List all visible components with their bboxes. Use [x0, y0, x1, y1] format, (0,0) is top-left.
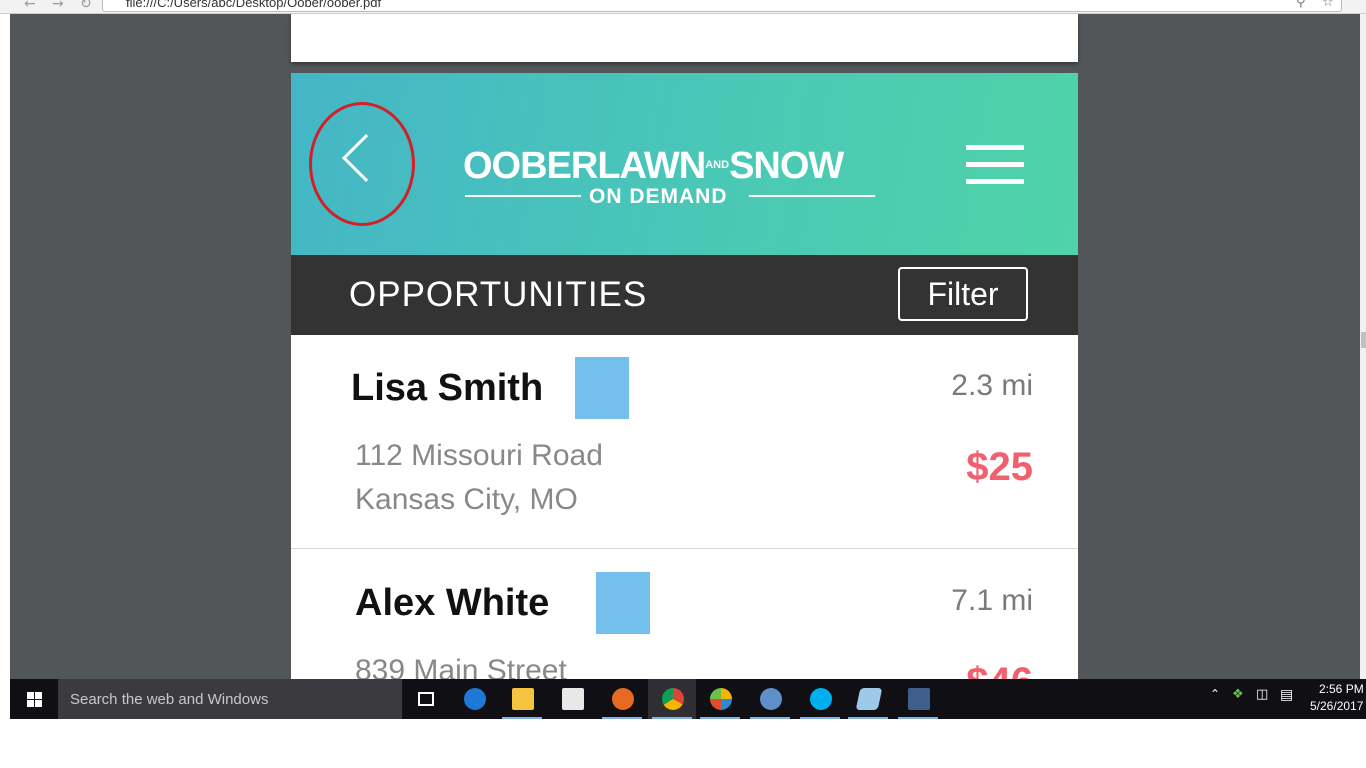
price: $46 [966, 660, 1033, 679]
app-logo: OOBERLAWNANDSNOW ON DEMAND [463, 145, 875, 209]
logo-rule-left [465, 195, 581, 197]
windows-start-icon[interactable] [10, 679, 58, 719]
logo-rule-right [749, 195, 875, 197]
hamburger-menu-icon[interactable] [966, 145, 1024, 184]
distance: 7.1 mi [951, 584, 1033, 617]
taskbar-search-input[interactable] [58, 679, 402, 719]
thunderbird-icon[interactable] [746, 679, 794, 719]
pdf-viewer: OOBERLAWNANDSNOW ON DEMAND OPPORTUNITIES… [10, 14, 1360, 679]
customer-photo-placeholder [596, 572, 650, 634]
pdf-page: OOBERLAWNANDSNOW ON DEMAND OPPORTUNITIES… [291, 73, 1078, 679]
zoom-icon[interactable]: ⚲ [1296, 0, 1306, 10]
task-view-icon[interactable] [402, 679, 450, 719]
reload-icon[interactable]: ↻ [80, 0, 92, 12]
logo-wordmark: OOBERLAWNANDSNOW [463, 145, 844, 187]
section-bar: OPPORTUNITIES Filter [291, 255, 1078, 335]
customer-photo-placeholder [575, 357, 629, 419]
notepad-icon[interactable] [844, 679, 892, 719]
file-explorer-icon[interactable] [498, 679, 546, 719]
address-line-1: 839 Main Street [355, 654, 567, 679]
section-title: OPPORTUNITIES [349, 275, 648, 314]
store-icon[interactable] [548, 679, 596, 719]
browser-toolbar: ← → ↻ file:///C:/Users/abc/Desktop/Oober… [0, 0, 1366, 14]
customer-name: Lisa Smith [351, 367, 544, 409]
taskbar: ⌃ ❖ ◫ ▤ 2:56 PM 5/26/2017 [10, 679, 1366, 719]
address-line-2: Kansas City, MO [355, 483, 578, 516]
chrome-icon[interactable] [648, 679, 696, 719]
filter-button[interactable]: Filter [898, 267, 1028, 321]
forward-arrow-icon[interactable]: → [52, 0, 64, 12]
edge-icon[interactable] [450, 679, 498, 719]
clock-date[interactable]: 5/26/2017 [1310, 699, 1363, 713]
app-header: OOBERLAWNANDSNOW ON DEMAND [291, 73, 1078, 255]
skype-icon[interactable] [796, 679, 844, 719]
bookmark-star-icon[interactable]: ☆ [1322, 0, 1334, 10]
firefox-icon[interactable] [598, 679, 646, 719]
tray-chevron-icon[interactable]: ⌃ [1210, 687, 1220, 701]
scrollbar-thumb[interactable] [1361, 332, 1366, 348]
price: $25 [966, 445, 1033, 489]
opportunity-card[interactable]: Alex White 7.1 mi 839 Main Street $46 [291, 550, 1078, 679]
dropbox-icon[interactable]: ❖ [1232, 687, 1244, 702]
logo-tagline: ON DEMAND [589, 185, 728, 208]
network-icon[interactable]: ◫ [1256, 687, 1268, 702]
opportunity-card[interactable]: Lisa Smith 2.3 mi 112 Missouri Road Kans… [291, 335, 1078, 549]
generic-app-icon[interactable] [696, 679, 744, 719]
action-center-icon[interactable]: ▤ [1280, 687, 1293, 703]
previous-page [291, 14, 1078, 62]
distance: 2.3 mi [951, 369, 1033, 402]
address-text[interactable]: file:///C:/Users/abc/Desktop/Oober/oober… [126, 0, 381, 10]
back-arrow-icon[interactable]: ← [24, 0, 36, 12]
clock-time[interactable]: 2:56 PM [1319, 682, 1364, 696]
taskbar-search[interactable] [58, 679, 402, 719]
address-line-1: 112 Missouri Road [355, 439, 603, 472]
customer-name: Alex White [355, 582, 550, 624]
sql-tool-icon[interactable] [894, 679, 942, 719]
